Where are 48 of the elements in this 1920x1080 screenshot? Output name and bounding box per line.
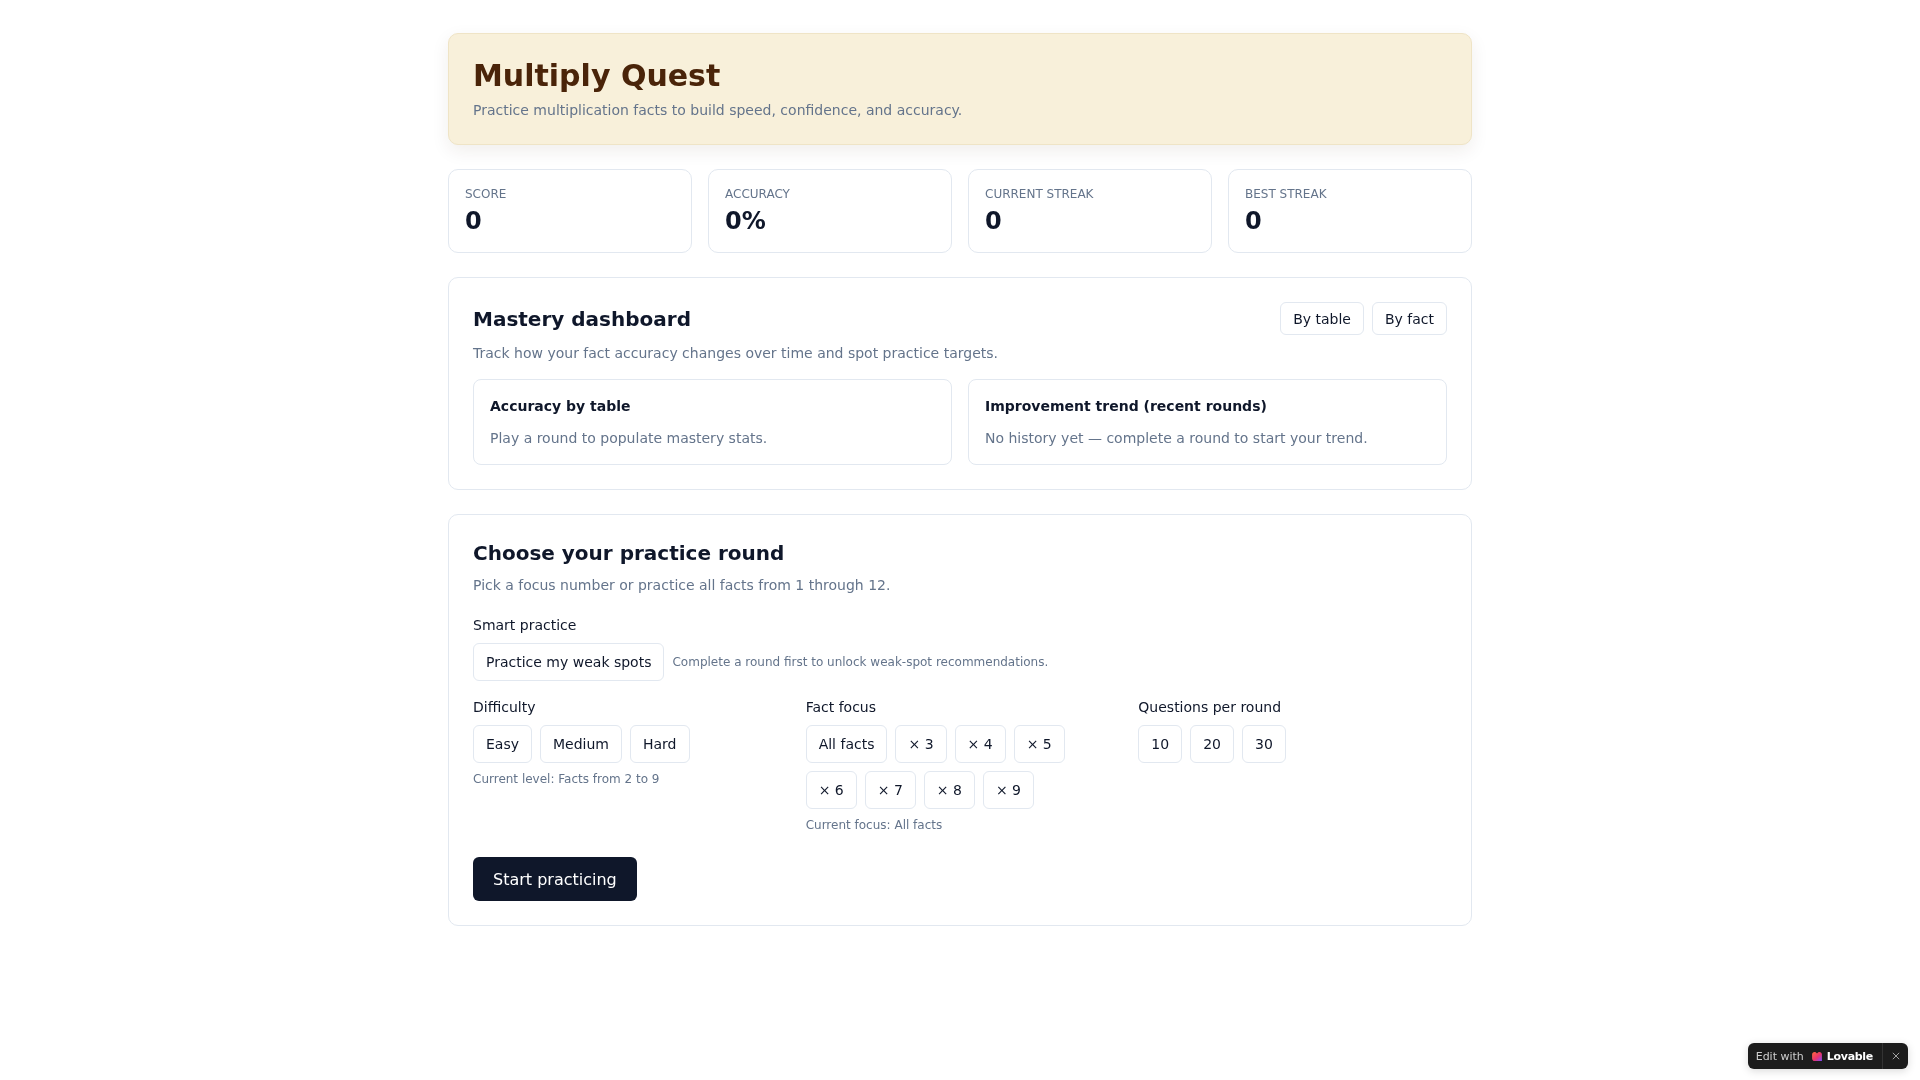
group-label: Questions per round	[1138, 698, 1283, 717]
section-title: Choose your practice round	[473, 540, 786, 567]
option-chip[interactable]: × 4	[954, 725, 1006, 763]
start-button[interactable]: Start practicing	[473, 857, 637, 901]
edit-badge[interactable]: Edit with Lovable	[1747, 1043, 1908, 1069]
panel-message: No history yet — complete a round to start your trend.	[985, 429, 1369, 448]
badge-text: Edit with	[1755, 1049, 1804, 1063]
group-note: Current level: Facts from 2 to 9	[473, 771, 661, 787]
group-label: Difficulty	[473, 698, 537, 717]
stat-value: 0	[465, 206, 483, 236]
stat-label: SCORE	[465, 186, 508, 202]
option-chip[interactable]: 10	[1138, 725, 1183, 763]
section-subtitle: Track how your fact accuracy changes over time and spot practice targets.	[473, 344, 999, 363]
weak-spots-button[interactable]: Practice my weak spots	[473, 643, 665, 681]
stat-value: 0	[985, 206, 1003, 236]
panel-message: Play a round to populate mastery stats.	[490, 429, 769, 448]
option-chip[interactable]: × 3	[895, 725, 947, 763]
view-toggle-button[interactable]: By fact	[1371, 302, 1447, 335]
app-subtitle: Practice multiplication facts to build speed, confidence, and accuracy.	[473, 101, 964, 120]
close-icon[interactable]	[1892, 1052, 1900, 1060]
option-chip[interactable]: × 7	[864, 771, 916, 809]
group-label: Fact focus	[805, 698, 877, 717]
group-note: Current focus: All facts	[805, 817, 944, 833]
stat-value: 0%	[725, 206, 767, 236]
section-subtitle: Pick a focus number or practice all facts from 1 through 12.	[473, 576, 892, 595]
app-title: Multiply Quest	[473, 58, 722, 94]
panel-title: Improvement trend (recent rounds)	[985, 397, 1268, 416]
option-chip[interactable]: 30	[1242, 725, 1286, 763]
stat-label: ACCURACY	[725, 186, 791, 202]
option-chip[interactable]: × 6	[805, 771, 857, 809]
heart-icon	[1811, 1051, 1822, 1061]
hint-text: Complete a round first to unlock weak-spot recommendations.	[672, 654, 1049, 670]
brand-name: Lovable	[1826, 1049, 1873, 1063]
view-toggle-button[interactable]: By table	[1280, 302, 1364, 335]
option-chip[interactable]: Hard	[630, 725, 690, 763]
option-chip[interactable]: All facts	[805, 725, 888, 763]
stat-value: 0	[1245, 206, 1263, 236]
group-label: Smart practice	[473, 616, 578, 635]
panel-title: Accuracy by table	[490, 397, 632, 416]
stat-label: BEST STREAK	[1245, 186, 1328, 202]
option-chip[interactable]: Medium	[540, 725, 622, 763]
option-chip[interactable]: Easy	[473, 725, 532, 763]
stat-label: CURRENT STREAK	[985, 186, 1095, 202]
option-chip[interactable]: 20	[1190, 725, 1234, 763]
option-chip[interactable]: × 9	[982, 771, 1035, 809]
section-title: Mastery dashboard	[473, 305, 691, 333]
option-chip[interactable]: × 5	[1013, 725, 1065, 763]
option-chip[interactable]: × 8	[923, 771, 975, 809]
